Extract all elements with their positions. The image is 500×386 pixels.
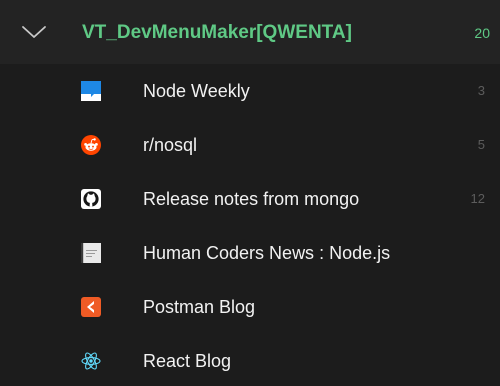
folder-unread-count: 20	[474, 25, 490, 41]
github-icon	[81, 189, 101, 209]
feed-label: Release notes from mongo	[143, 189, 360, 209]
human-coders-icon	[81, 243, 101, 263]
chevron-down-icon[interactable]	[20, 22, 48, 42]
folder-header[interactable]: VT_DevMenuMaker[QWENTA] 20	[0, 0, 500, 64]
feed-item-node-weekly[interactable]: Node Weekly 3	[0, 64, 500, 118]
feed-item-human-coders-news[interactable]: Human Coders News : Node.js	[0, 226, 500, 280]
feed-label: React Blog	[143, 351, 232, 371]
feed-item-r-nosql[interactable]: r/nosql 5	[0, 118, 500, 172]
feed-item-react-blog[interactable]: React Blog	[0, 334, 500, 386]
feed-label: Human Coders News : Node.js	[143, 243, 391, 263]
feed-unread-count: 12	[470, 191, 485, 206]
feed-label: r/nosql	[143, 135, 198, 155]
reddit-icon	[81, 135, 101, 155]
feed-item-release-notes-mongo[interactable]: Release notes from mongo 12	[0, 172, 500, 226]
feed-folder-panel: VT_DevMenuMaker[QWENTA] 20 Node Weekly 3	[0, 0, 500, 386]
feed-unread-count: 5	[477, 137, 485, 152]
feed-label: Postman Blog	[143, 297, 256, 317]
postman-icon	[81, 297, 101, 317]
feed-unread-count: 3	[477, 83, 485, 98]
folder-title[interactable]: VT_DevMenuMaker[QWENTA]	[82, 0, 352, 64]
feed-label: Node Weekly	[143, 81, 250, 101]
node-weekly-icon	[81, 81, 101, 101]
react-icon	[81, 352, 101, 370]
feed-item-postman-blog[interactable]: Postman Blog	[0, 280, 500, 334]
